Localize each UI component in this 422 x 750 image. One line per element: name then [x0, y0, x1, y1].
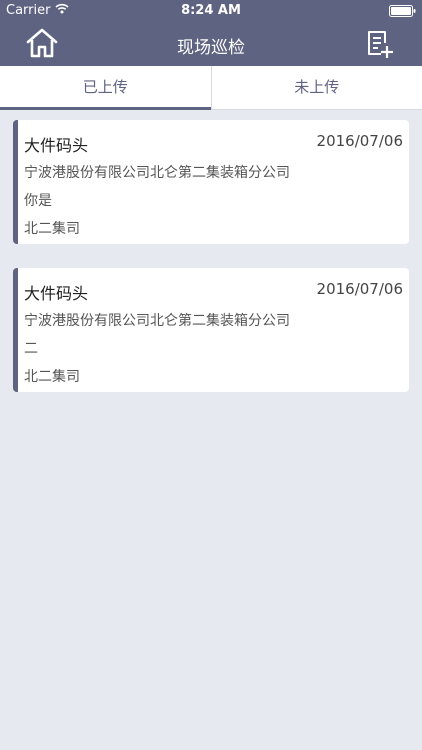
record-note: 你是 [24, 193, 52, 209]
upload-status-tabs: 已上传 未上传 [0, 66, 422, 110]
record-dept: 北二集司 [24, 221, 80, 237]
record-list: 大件码头 2016/07/06 宁波港股份有限公司北仑第二集装箱分公司 你是 北… [13, 120, 409, 416]
record-date: 2016/07/06 [316, 132, 403, 150]
record-dept: 北二集司 [24, 369, 80, 385]
tab-not-uploaded[interactable]: 未上传 [210, 66, 422, 109]
battery-icon [389, 5, 416, 21]
status-time: 8:24 AM [181, 3, 241, 18]
page-title: 现场巡检 [177, 38, 245, 58]
navigation-bar: 现场巡检 [0, 22, 422, 66]
add-record-button[interactable] [366, 29, 394, 59]
record-card[interactable]: 大件码头 2016/07/06 宁波港股份有限公司北仑第二集装箱分公司 你是 北… [13, 120, 409, 244]
tab-uploaded[interactable]: 已上传 [0, 66, 211, 110]
record-title: 大件码头 [24, 136, 89, 155]
record-date: 2016/07/06 [316, 280, 403, 298]
record-title: 大件码头 [24, 284, 89, 303]
add-record-icon [366, 31, 394, 63]
record-company: 宁波港股份有限公司北仑第二集装箱分公司 [24, 313, 290, 329]
record-company: 宁波港股份有限公司北仑第二集装箱分公司 [24, 165, 290, 181]
record-note: 二 [24, 341, 38, 357]
status-bar: Carrier 8:24 AM [0, 0, 422, 22]
record-card[interactable]: 大件码头 2016/07/06 宁波港股份有限公司北仑第二集装箱分公司 二 北二… [13, 268, 409, 392]
